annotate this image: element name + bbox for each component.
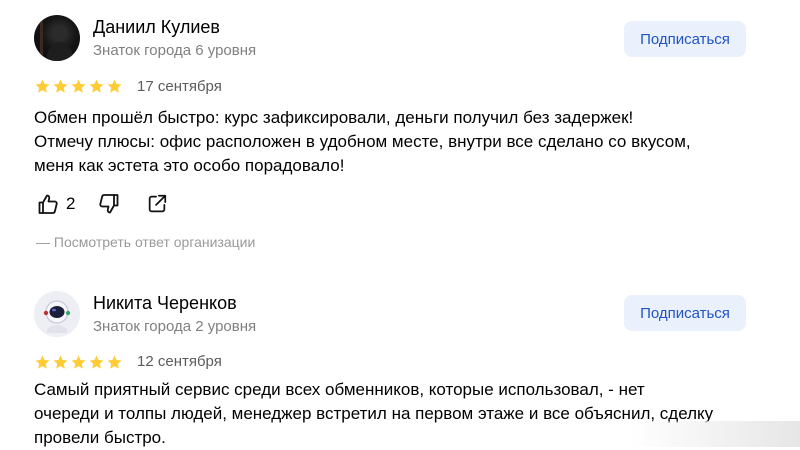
star-icon (88, 354, 105, 371)
star-icon (52, 78, 69, 95)
review-text-line: Обмен прошёл быстро: курс зафиксировали,… (34, 108, 634, 127)
thumbs-up-icon (36, 192, 60, 216)
review-text: Обмен прошёл быстро: курс зафиксировали,… (34, 106, 764, 178)
review-card: Даниил Кулиев Знаток города 6 уровня Под… (0, 0, 800, 270)
share-icon (146, 193, 168, 215)
review-text-line: Отмечу плюсы: офис расположен в удобном … (34, 132, 691, 151)
avatar[interactable] (34, 291, 80, 337)
review-actions: 2 (36, 192, 168, 216)
star-icon (106, 78, 123, 95)
avatar-photo (40, 21, 74, 61)
review-text-line: Самый приятный сервис среди всех обменни… (34, 380, 645, 399)
astronaut-avatar-icon (34, 291, 80, 337)
author-name[interactable]: Даниил Кулиев (93, 17, 220, 38)
dislike-button[interactable] (97, 192, 121, 216)
star-icon (70, 78, 87, 95)
star-icon (34, 354, 51, 371)
avatar[interactable] (34, 15, 80, 61)
scroll-shadow (630, 421, 800, 447)
subscribe-button[interactable]: Подписаться (624, 295, 746, 331)
view-organization-answer-link[interactable]: — Посмотреть ответ организации (36, 234, 255, 250)
like-button[interactable]: 2 (36, 192, 75, 216)
star-icon (106, 354, 123, 371)
author-level: Знаток города 6 уровня (93, 42, 257, 59)
author-name[interactable]: Никита Черенков (93, 293, 237, 314)
rating-stars (34, 78, 123, 95)
review-date: 12 сентября (137, 353, 222, 370)
star-icon (52, 354, 69, 371)
star-icon (88, 78, 105, 95)
thumbs-down-icon (97, 192, 121, 216)
star-icon (70, 354, 87, 371)
share-button[interactable] (146, 193, 168, 215)
like-count: 2 (66, 194, 76, 213)
rating-stars (34, 354, 123, 371)
subscribe-button[interactable]: Подписаться (624, 21, 746, 57)
star-icon (34, 78, 51, 95)
review-text-line: меня как эстета это особо порадовало! (34, 156, 345, 175)
author-level: Знаток города 2 уровня (93, 318, 257, 335)
review-date: 17 сентября (137, 78, 222, 95)
